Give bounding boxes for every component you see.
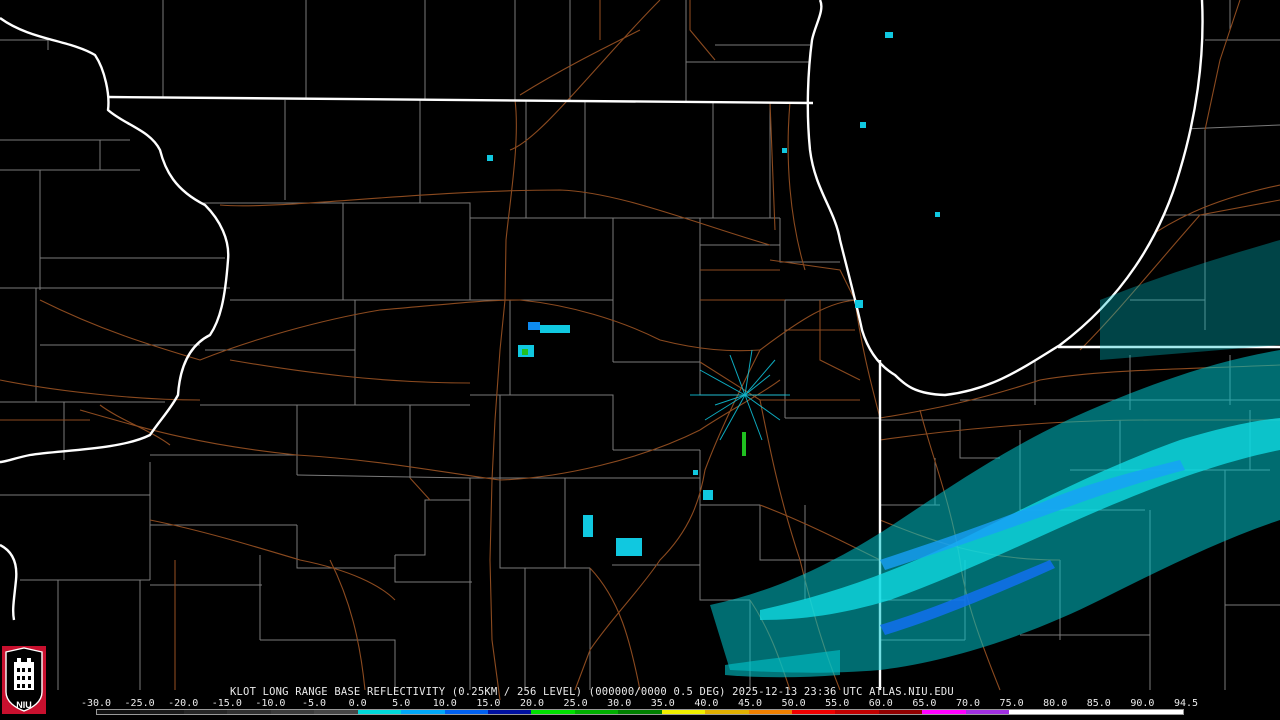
scale-label: -30.0 <box>80 698 112 709</box>
scale-label: 65.0 <box>912 698 937 709</box>
scale-label: 55.0 <box>825 698 850 709</box>
scale-label: -5.0 <box>301 698 327 709</box>
scale-segment <box>792 710 836 714</box>
color-scale-bar <box>96 709 1184 715</box>
color-scale-labels: -30.0 -25.0 -20.0 -15.0 -10.0 -5.0 0.0 5.0 10.0 1… <box>81 698 1198 709</box>
scale-segment <box>314 710 358 714</box>
scale-label: -10.0 <box>255 698 286 709</box>
scale-segment <box>531 710 575 714</box>
scale-segment <box>1052 710 1097 714</box>
scale-label: 20.0 <box>519 698 545 709</box>
scale-segment <box>748 710 792 714</box>
scale-segment <box>1009 710 1053 714</box>
product-title: KLOT LONG RANGE BASE REFLECTIVITY (0.25K… <box>230 686 954 698</box>
scale-label: 35.0 <box>650 698 675 709</box>
scale-label: 70.0 <box>955 698 981 709</box>
scale-label: 85.0 <box>1086 698 1111 709</box>
scale-segment <box>965 710 1010 714</box>
scale-label: 40.0 <box>694 698 719 709</box>
scale-segment <box>487 710 532 714</box>
scale-label: -15.0 <box>211 698 242 709</box>
scale-segment <box>705 710 749 714</box>
radar-map: NIU <box>0 0 1280 720</box>
scale-label: -20.0 <box>168 698 199 709</box>
niu-logo-text: NIU <box>16 700 32 710</box>
scale-label: 15.0 <box>476 698 501 709</box>
scale-label: 50.0 <box>781 698 806 709</box>
scale-label: 45.0 <box>737 698 763 709</box>
scale-segment <box>270 710 315 714</box>
scale-label: 80.0 <box>1043 698 1068 709</box>
scale-label: 10.0 <box>432 698 457 709</box>
scale-segment <box>357 710 402 714</box>
scale-label: 90.0 <box>1130 698 1155 709</box>
scale-segment <box>183 710 228 714</box>
scale-segment <box>1096 710 1140 714</box>
scale-segment <box>922 710 966 714</box>
scale-label: -25.0 <box>124 698 155 709</box>
scale-label: 94.5 <box>1173 698 1199 709</box>
scale-label: 30.0 <box>607 698 632 709</box>
scale-segment <box>140 710 184 714</box>
scale-segment <box>97 710 141 714</box>
scale-segment <box>574 710 619 714</box>
scale-segment <box>1139 710 1183 714</box>
scale-label: 25.0 <box>563 698 588 709</box>
scale-label: 75.0 <box>999 698 1024 709</box>
scale-label: 60.0 <box>868 698 893 709</box>
scale-segment <box>227 710 271 714</box>
scale-label: 5.0 <box>392 698 411 709</box>
scale-segment <box>444 710 488 714</box>
niu-logo: NIU <box>2 646 46 714</box>
scale-segment <box>835 710 879 714</box>
scale-segment <box>878 710 923 714</box>
scale-label: 0.0 <box>348 698 367 709</box>
scale-segment <box>618 710 662 714</box>
scale-segment <box>661 710 706 714</box>
scale-segment <box>401 710 445 714</box>
